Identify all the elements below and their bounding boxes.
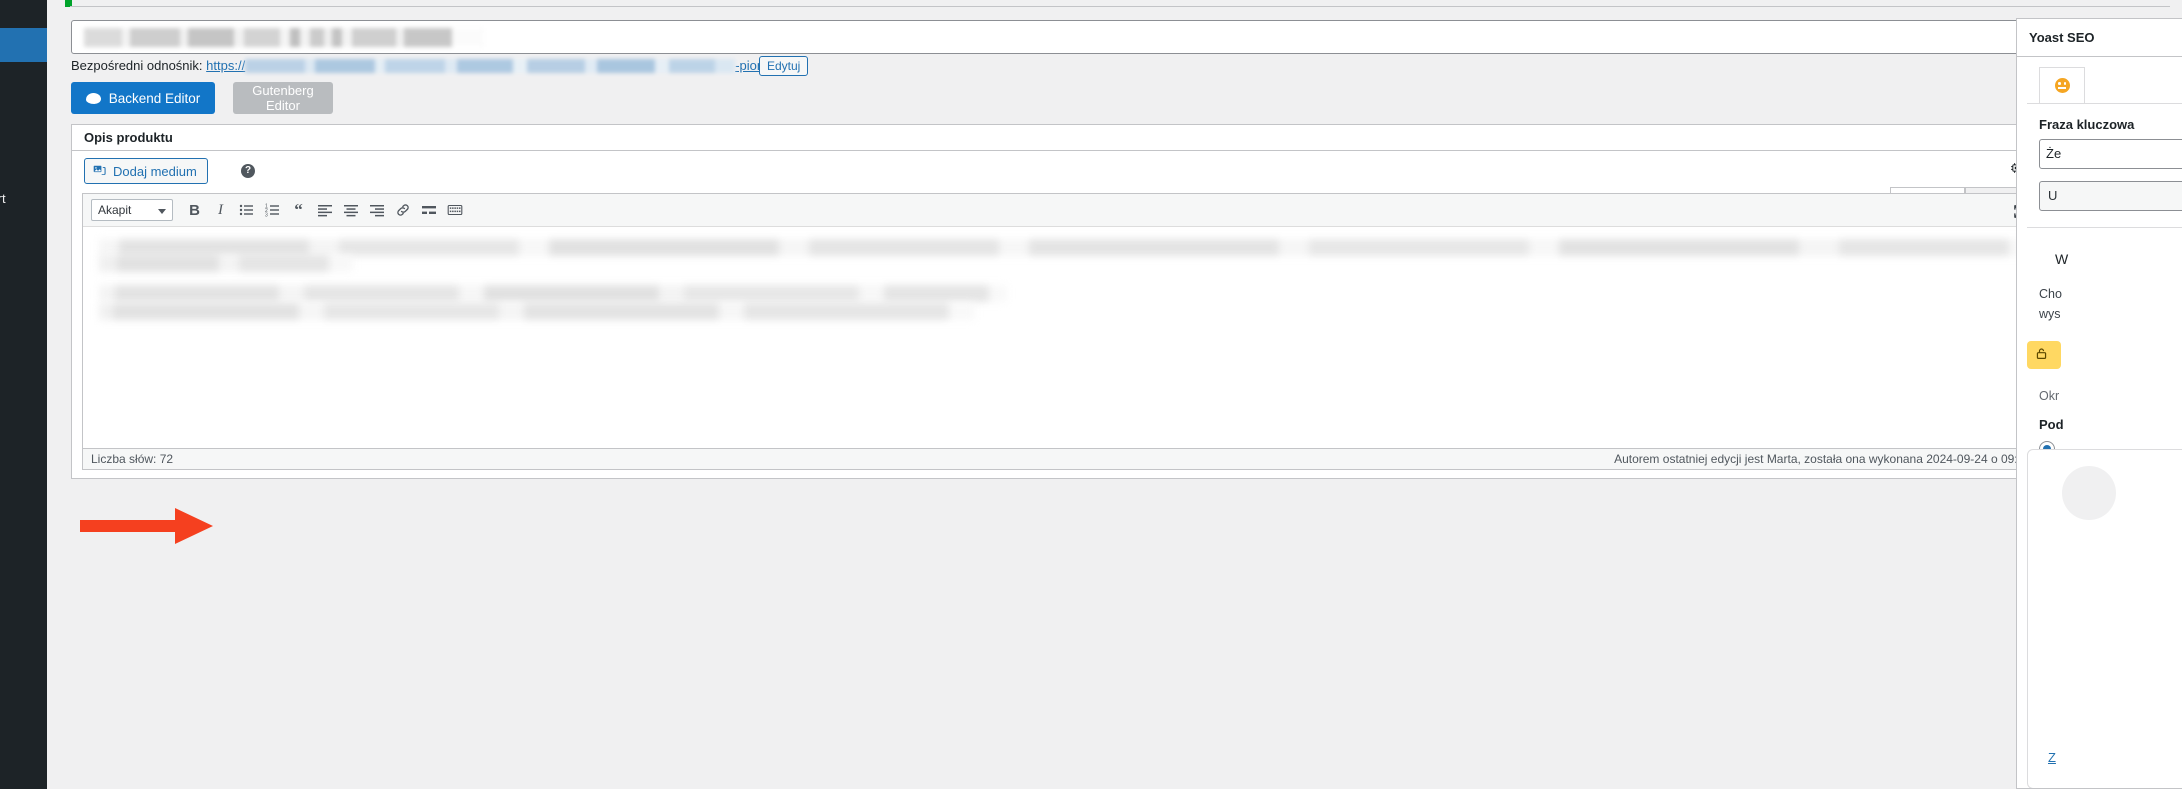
google-preview-title: W xyxy=(2055,251,2069,267)
permalink-label: Bezpośredni odnośnik: xyxy=(71,58,203,73)
redacted-paragraph-line xyxy=(99,303,975,320)
blockquote-icon[interactable]: “ xyxy=(287,199,310,221)
seo-score-face-icon[interactable] xyxy=(2039,67,2085,103)
add-media-label: Dodaj medium xyxy=(113,163,197,179)
media-icon xyxy=(93,163,107,180)
product-title-input[interactable] xyxy=(71,20,2051,54)
help-icon[interactable]: ? xyxy=(241,164,255,178)
italic-icon[interactable]: I xyxy=(209,199,232,221)
keyphrase-action-button[interactable]: U xyxy=(2039,181,2182,211)
preview-mode-label: Pod xyxy=(2039,417,2064,432)
preview-avatar-placeholder xyxy=(2062,466,2116,520)
permalink-row: Bezpośredni odnośnik: https://-pionowa/ xyxy=(71,58,792,75)
yoast-tab-strip xyxy=(2027,67,2182,104)
editor-toolbar: Akapit B I 1 2 3 “ xyxy=(83,194,2039,227)
admin-sidebar: WooCommerce Produkty Produkty Product CS… xyxy=(0,0,47,789)
chevron-down-icon xyxy=(158,209,166,214)
gutenberg-editor-button[interactable]: Gutenberg Editor xyxy=(233,82,333,114)
editor-status-bar: Liczba słów: 72 Autorem ostatniej edycji… xyxy=(82,448,2040,470)
sidebar-item-thank-you-page[interactable]: Thank You Page xyxy=(0,407,47,424)
editor-content-area[interactable] xyxy=(83,227,2039,468)
product-description-metabox: Opis produktu Dodaj medium ? Akapit B I … xyxy=(71,124,2051,479)
align-left-icon[interactable] xyxy=(313,199,336,221)
last-edit-label: Autorem ostatniej edycji jest Marta, zos… xyxy=(1614,452,2031,466)
premium-upsell-button[interactable] xyxy=(2027,341,2061,369)
edit-permalink-button[interactable]: Edytuj xyxy=(759,56,809,76)
link-icon[interactable] xyxy=(391,199,414,221)
align-center-icon[interactable] xyxy=(339,199,362,221)
yoast-seo-panel: Yoast SEO Fraza kluczowa Że U W Cho wys … xyxy=(2016,18,2182,789)
backend-editor-button[interactable]: Backend Editor xyxy=(71,82,215,114)
yoast-panel-title: Yoast SEO xyxy=(2029,30,2095,45)
sidebar-item-pracownicy[interactable]: Pracownicy xyxy=(0,358,47,375)
seo-face-glyph xyxy=(2054,78,2070,93)
metabox-title: Opis produktu xyxy=(84,130,173,145)
tinymce-editor: Akapit B I 1 2 3 “ xyxy=(82,193,2040,469)
sidebar-item-woocommerce[interactable]: WooCommerce xyxy=(0,8,47,25)
redacted-permalink-slug xyxy=(245,59,736,74)
seo-face-mouth xyxy=(2058,87,2066,89)
svg-text:3: 3 xyxy=(265,212,268,218)
focus-keyphrase-input[interactable]: Że xyxy=(2039,139,2182,169)
red-pointer-arrow xyxy=(80,508,213,544)
word-count-label: Liczba słów: 72 xyxy=(91,452,174,466)
toolbar-toggle-icon[interactable] xyxy=(443,199,466,221)
yoast-preview-card: Z xyxy=(2027,449,2182,788)
sidebar-item-popups[interactable]: Popups xyxy=(0,469,47,486)
sidebar-item-label: Product CSV Import Export (Basic) xyxy=(0,191,6,206)
preview-card-link[interactable]: Z xyxy=(2048,750,2056,765)
sidebar-item-produkty[interactable]: Produkty xyxy=(0,62,47,79)
format-select-value: Akapit xyxy=(98,203,132,217)
redacted-paragraph-line xyxy=(99,285,1007,302)
backend-editor-label: Backend Editor xyxy=(108,90,201,106)
sidebar-item-seo[interactable]: SEO xyxy=(0,500,47,517)
yoast-divider xyxy=(2027,227,2182,228)
metabox-header xyxy=(72,125,2050,151)
add-media-button[interactable]: Dodaj medium xyxy=(84,158,208,184)
main-content: Bezpośredni odnośnik: https://-pionowa/ … xyxy=(47,0,2182,789)
read-more-icon[interactable] xyxy=(417,199,440,221)
redacted-title-text xyxy=(84,28,484,47)
sidebar-item-narzedzia[interactable]: Narzędzia xyxy=(0,444,47,461)
permalink-prefix[interactable]: https:// xyxy=(206,58,245,73)
lock-icon xyxy=(2035,347,2048,363)
paragraph-format-select[interactable]: Akapit xyxy=(91,199,173,221)
redacted-paragraph-line xyxy=(99,255,353,272)
sidebar-item-csv-import-export[interactable]: Product CSV Import Export (Basic) xyxy=(0,190,40,224)
sidebar-item-marketing[interactable]: Marketing xyxy=(0,252,47,269)
focus-keyphrase-label: Fraza kluczowa xyxy=(2039,117,2135,132)
align-right-icon[interactable] xyxy=(365,199,388,221)
bold-icon[interactable]: B xyxy=(183,199,206,221)
numbered-list-icon[interactable]: 1 2 3 xyxy=(261,199,284,221)
bulleted-list-icon[interactable] xyxy=(235,199,258,221)
sidebar-item-wp-mail-logging[interactable]: WP Mail Logging xyxy=(0,550,47,567)
sidebar-item-product-feed-pro[interactable]: Product Feed Pro xyxy=(0,525,47,542)
google-preview-desc-line-1: Cho xyxy=(2039,287,2062,301)
visual-composer-icon xyxy=(85,92,101,104)
google-preview-desc-line-2: wys xyxy=(2039,307,2061,321)
redacted-paragraph-line xyxy=(99,239,2029,256)
sidebar-item-wyglad[interactable]: Wygląda xyxy=(0,383,47,400)
top-divider xyxy=(70,6,2170,7)
yoast-helper-text: Okr xyxy=(2039,389,2060,403)
sidebar-item-produkty-active[interactable]: Produkty xyxy=(0,28,47,62)
